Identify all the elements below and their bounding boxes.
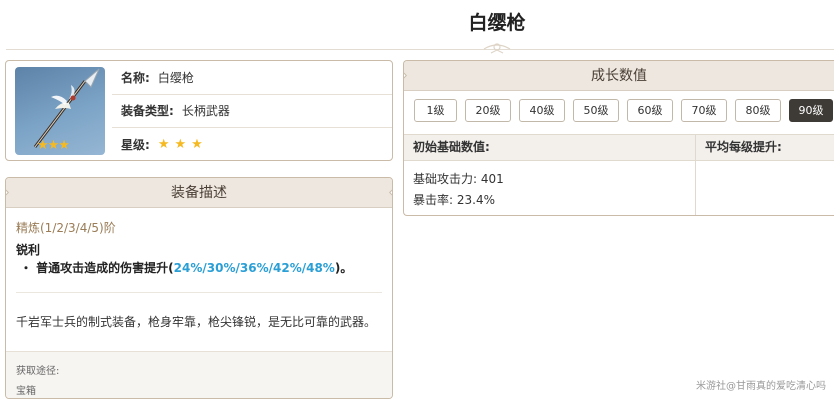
type-value: 长柄武器 — [181, 104, 230, 119]
star-icon: ★ — [174, 137, 187, 153]
level-button-70[interactable]: 70级 — [681, 99, 727, 122]
stat-crit: 暴击率: 23.4% — [413, 193, 495, 207]
passive-effect: ・ 普通攻击造成的伤害提升(24%/30%/36%/42%/48%)。 — [20, 259, 352, 276]
weapon-image: ★★★ — [15, 67, 105, 155]
star-icon: ★ — [157, 137, 170, 153]
info-row-rarity: 星级: ★ ★ ★ — [112, 128, 392, 160]
refinement-label: 精炼(1/2/3/4/5)阶 — [16, 221, 116, 235]
watermark: 米游社@甘雨真的爱吃清心吗 — [696, 381, 826, 392]
level-button-20[interactable]: 20级 — [465, 99, 511, 122]
weapon-info-card: ★★★ 名称: 白缨枪 装备类型: 长柄武器 星级: ★ ★ ★ — [5, 60, 393, 161]
stat-table: 初始基础数值: 平均每级提升: 基础攻击力: 401 暴击率: 23.4% — [404, 134, 834, 215]
level-button-1[interactable]: 1级 — [414, 99, 457, 122]
description-header: 装备描述 — [6, 178, 392, 208]
stat-table-header: 初始基础数值: 平均每级提升: — [404, 134, 834, 161]
name-value: 白缨枪 — [157, 70, 194, 85]
description-header-label: 装备描述 — [171, 185, 227, 201]
level-button-50[interactable]: 50级 — [573, 99, 619, 122]
title-divider — [6, 49, 834, 50]
lore-text: 千岩军士兵的制式装备，枪身牢靠，枪尖锋锐，是无比可靠的武器。 — [16, 315, 377, 329]
name-label: 名称: — [121, 70, 150, 85]
passive-suffix: )。 — [334, 261, 353, 275]
stat-atk: 基础攻击力: 401 — [413, 172, 504, 186]
source-label: 获取途径: — [16, 366, 60, 377]
rarity-stars: ★ ★ ★ — [158, 137, 208, 152]
growth-corner-left — [404, 71, 408, 79]
passive-prefix: ・ 普通攻击造成的伤害提升( — [20, 261, 174, 275]
stat-table-body: 基础攻击力: 401 暴击率: 23.4% — [404, 161, 834, 215]
level-button-80[interactable]: 80级 — [735, 99, 781, 122]
description-card: 装备描述 精炼(1/2/3/4/5)阶 锐利 ・ 普通攻击造成的伤害提升(24%… — [5, 177, 393, 399]
type-label: 装备类型: — [121, 104, 174, 119]
header-corner-left — [6, 188, 10, 196]
title-ornament-icon — [483, 43, 511, 54]
col-base-header: 初始基础数值: — [404, 135, 696, 160]
level-selector: 1级 20级 40级 50级 60级 70级 80级 90级 — [414, 99, 833, 122]
source-box: 获取途径: 宝箱 — [6, 351, 392, 398]
passive-name: 锐利 — [16, 243, 41, 257]
rarity-label: 星级: — [121, 138, 150, 153]
star-icon: ★ — [191, 137, 203, 153]
header-corner-right — [388, 188, 392, 196]
level-button-90[interactable]: 90级 — [789, 99, 833, 122]
info-row-name: 名称: 白缨枪 — [112, 61, 392, 95]
info-row-type: 装备类型: 长柄武器 — [112, 95, 392, 128]
page-title: 白缨枪 — [468, 12, 526, 34]
growth-card: 成长数值 1级 20级 40级 50级 60级 70级 80级 90级 初始基础… — [403, 60, 834, 216]
level-button-40[interactable]: 40级 — [519, 99, 565, 122]
growth-header: 成长数值 — [404, 61, 834, 91]
source-value: 宝箱 — [16, 386, 36, 397]
growth-header-label: 成长数值 — [591, 68, 647, 84]
passive-values: 24%/30%/36%/42%/48% — [173, 261, 335, 275]
description-divider — [16, 292, 382, 293]
base-stats-cell: 基础攻击力: 401 暴击率: 23.4% — [404, 161, 696, 215]
col-per-level-header: 平均每级提升: — [705, 140, 782, 154]
weapon-image-stars: ★★★ — [37, 138, 70, 153]
level-button-60[interactable]: 60级 — [627, 99, 673, 122]
